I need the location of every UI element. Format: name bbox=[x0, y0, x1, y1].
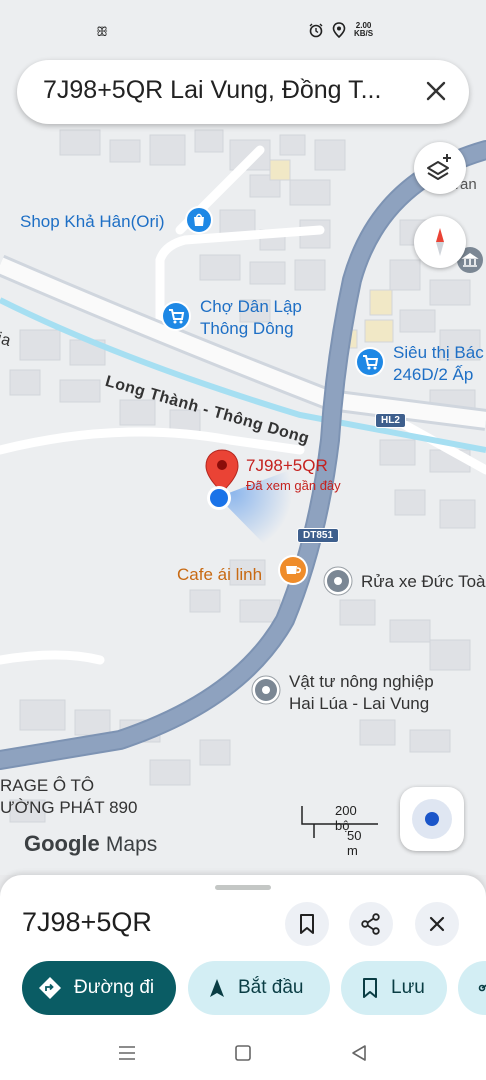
status-bar: ꕥ 2.00 KB/S bbox=[0, 0, 486, 60]
pin-label-subtitle: Đã xem gần đây bbox=[246, 478, 341, 493]
bookmark-button[interactable] bbox=[285, 902, 329, 946]
network-speed: 2.00 KB/S bbox=[354, 22, 373, 38]
road-badge-dt851: DT851 bbox=[297, 528, 340, 543]
directions-button[interactable]: Đường đi bbox=[22, 961, 176, 1015]
road-badge-hl2: HL2 bbox=[375, 413, 406, 428]
share-chip-partial[interactable] bbox=[458, 961, 486, 1015]
back-triangle-icon bbox=[352, 1045, 366, 1061]
menu-icon bbox=[119, 1046, 135, 1060]
system-nav-bar bbox=[0, 1028, 486, 1080]
pin-label-title[interactable]: 7J98+5QR bbox=[246, 456, 328, 476]
poi-label-cafe[interactable]: Cafe ái linh bbox=[177, 565, 262, 585]
google-maps-logo: Google Maps bbox=[24, 831, 157, 857]
map-canvas bbox=[0, 129, 486, 823]
poi-label-ruaxe[interactable]: Rửa xe Đức Toà bbox=[361, 572, 486, 592]
poi-label-shop[interactable]: Shop Khả Hân(Ori) bbox=[20, 212, 165, 232]
layers-icon bbox=[427, 154, 451, 180]
home-square-icon bbox=[235, 1045, 251, 1061]
my-location-button[interactable] bbox=[400, 787, 464, 851]
start-label: Bắt đầu bbox=[238, 977, 304, 998]
close-icon[interactable] bbox=[419, 74, 453, 108]
scale-label-meters: 50 m bbox=[347, 828, 362, 858]
home-nav-button[interactable] bbox=[232, 1042, 254, 1069]
poi-label-cho-line1[interactable]: Chợ Dân Lập bbox=[200, 297, 302, 317]
share-icon bbox=[361, 913, 380, 935]
poi-label-vattu-line1[interactable]: Vật tư nông nghiệp bbox=[289, 672, 434, 692]
search-query-text[interactable]: 7J98+5QR Lai Vung, Đồng T... bbox=[43, 76, 403, 105]
share-icon bbox=[478, 984, 486, 992]
place-marker-icon[interactable] bbox=[250, 674, 282, 711]
shopping-cart-icon[interactable] bbox=[354, 346, 386, 383]
sheet-drag-handle[interactable] bbox=[215, 885, 271, 890]
poi-label-vattu-line2[interactable]: Hai Lúa - Lai Vung bbox=[289, 694, 429, 714]
location-icon bbox=[332, 22, 346, 38]
logo-maps-text: Maps bbox=[105, 833, 158, 856]
alarm-icon bbox=[309, 23, 323, 38]
close-sheet-button[interactable] bbox=[415, 902, 459, 946]
close-icon bbox=[429, 916, 445, 932]
poi-label-garage-line2[interactable]: ƯỜNG PHÁT 890 bbox=[0, 798, 137, 818]
my-location-icon bbox=[412, 799, 452, 839]
save-button[interactable]: Lưu bbox=[341, 961, 447, 1015]
start-button[interactable]: Bắt đầu bbox=[188, 961, 330, 1015]
layers-button[interactable] bbox=[414, 142, 466, 194]
coffee-cup-icon[interactable] bbox=[277, 554, 309, 591]
directions-icon bbox=[39, 977, 61, 999]
back-nav-button[interactable] bbox=[348, 1042, 370, 1069]
shopping-bag-icon[interactable] bbox=[184, 205, 214, 240]
bookmark-icon bbox=[300, 914, 314, 934]
compass-button[interactable] bbox=[414, 216, 466, 268]
poi-label-garage-line1[interactable]: RAGE Ô TÔ bbox=[0, 776, 94, 796]
share-button[interactable] bbox=[349, 902, 393, 946]
bookmark-icon bbox=[363, 978, 377, 998]
poi-label-cho-line2[interactable]: Thông Dông bbox=[200, 319, 294, 339]
place-marker-icon[interactable] bbox=[322, 565, 354, 602]
search-bar[interactable]: 7J98+5QR Lai Vung, Đồng T... bbox=[17, 60, 469, 124]
net-speed-unit: KB/S bbox=[354, 29, 374, 38]
menu-nav-button[interactable] bbox=[116, 1042, 138, 1069]
my-location-dot-icon bbox=[205, 484, 233, 517]
map-view[interactable]: Shop Khả Hân(Ori) Chợ Dân Lập Thông Dông… bbox=[0, 0, 486, 875]
directions-label: Đường đi bbox=[74, 977, 155, 998]
save-label: Lưu bbox=[391, 977, 425, 998]
place-title: 7J98+5QR bbox=[22, 907, 152, 937]
logo-google-text: Google bbox=[24, 831, 100, 856]
compass-icon bbox=[436, 228, 444, 256]
poi-label-sieuthi-line1[interactable]: Siêu thị Bác bbox=[393, 343, 484, 363]
shopping-cart-icon[interactable] bbox=[160, 300, 192, 337]
navigation-arrow-icon bbox=[210, 979, 224, 997]
notification-icon: ꕥ bbox=[96, 24, 109, 39]
poi-label-sieuthi-line2[interactable]: 246D/2 Ấp bbox=[393, 365, 473, 385]
